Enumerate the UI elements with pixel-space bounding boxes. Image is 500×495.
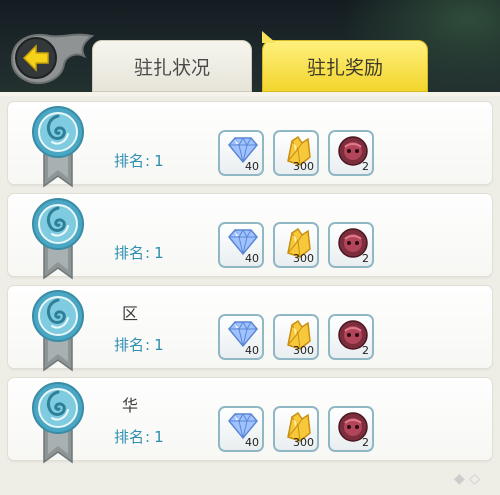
reward-item[interactable]: 300 [273,222,319,268]
reward-item[interactable]: 2 [328,222,374,268]
rank-text: 排名: 1 [114,426,164,447]
reward-row: 排名: 1 40 300 2 [8,102,492,188]
reward-count: 2 [362,252,369,265]
reward-count: 2 [362,160,369,173]
reward-item[interactable]: 300 [273,314,319,360]
reward-item[interactable]: 300 [273,130,319,176]
reward-row: 排名: 1 40 300 2 [8,194,492,280]
reward-item[interactable]: 300 [273,406,319,452]
rank-medal-icon [32,290,84,372]
reward-item[interactable]: 2 [328,314,374,360]
reward-item[interactable]: 40 [218,222,264,268]
reward-count: 300 [293,344,314,357]
reward-item[interactable]: 40 [218,130,264,176]
rank-label: 排名 [114,152,145,170]
reward-count: 40 [245,160,259,173]
reward-item[interactable]: 40 [218,314,264,360]
rank-text: 排名: 1 [114,242,164,263]
rank-text: 排名: 1 [114,150,164,171]
rank-separator: : [145,336,151,354]
rank-separator: : [145,152,151,170]
reward-row: 区排名: 1 40 300 2 [8,286,492,372]
rank-label: 排名 [114,428,145,446]
reward-item[interactable]: 2 [328,406,374,452]
reward-count: 2 [362,344,369,357]
rank-text: 排名: 1 [114,334,164,355]
tab-stationing-rewards[interactable]: 驻扎奖励 [262,31,428,92]
reward-count: 300 [293,160,314,173]
row-name: 华 [122,396,139,415]
rank-medal [30,194,86,280]
back-arrow-icon [10,33,95,84]
rank-value: 1 [154,152,164,170]
watermark: ◆ ◇ [454,471,480,487]
reward-count: 40 [245,344,259,357]
rank-label: 排名 [114,336,145,354]
reward-count: 40 [245,252,259,265]
rank-medal [30,102,86,188]
rank-medal-icon [32,106,84,188]
rank-medal [30,286,86,372]
reward-count: 40 [245,436,259,449]
rank-value: 1 [154,336,164,354]
reward-count: 2 [362,436,369,449]
rank-medal-icon [32,198,84,280]
rank-medal [30,378,86,464]
back-button[interactable] [6,26,96,88]
tab-stationing-status-label: 驻扎状况 [133,56,210,79]
rank-label: 排名 [114,244,145,262]
reward-count: 300 [293,252,314,265]
rank-separator: : [145,428,151,446]
reward-item[interactable]: 40 [218,406,264,452]
rank-value: 1 [154,244,164,262]
tab-notch [262,31,276,43]
rank-separator: : [145,244,151,262]
rank-medal-icon [32,382,84,464]
tab-stationing-rewards-label: 驻扎奖励 [306,56,383,79]
rank-value: 1 [154,428,164,446]
reward-row: 华排名: 1 40 300 2 [8,378,492,464]
row-name: 区 [122,304,139,323]
reward-count: 300 [293,436,314,449]
reward-item[interactable]: 2 [328,130,374,176]
tab-stationing-status[interactable]: 驻扎状况 [92,40,252,92]
